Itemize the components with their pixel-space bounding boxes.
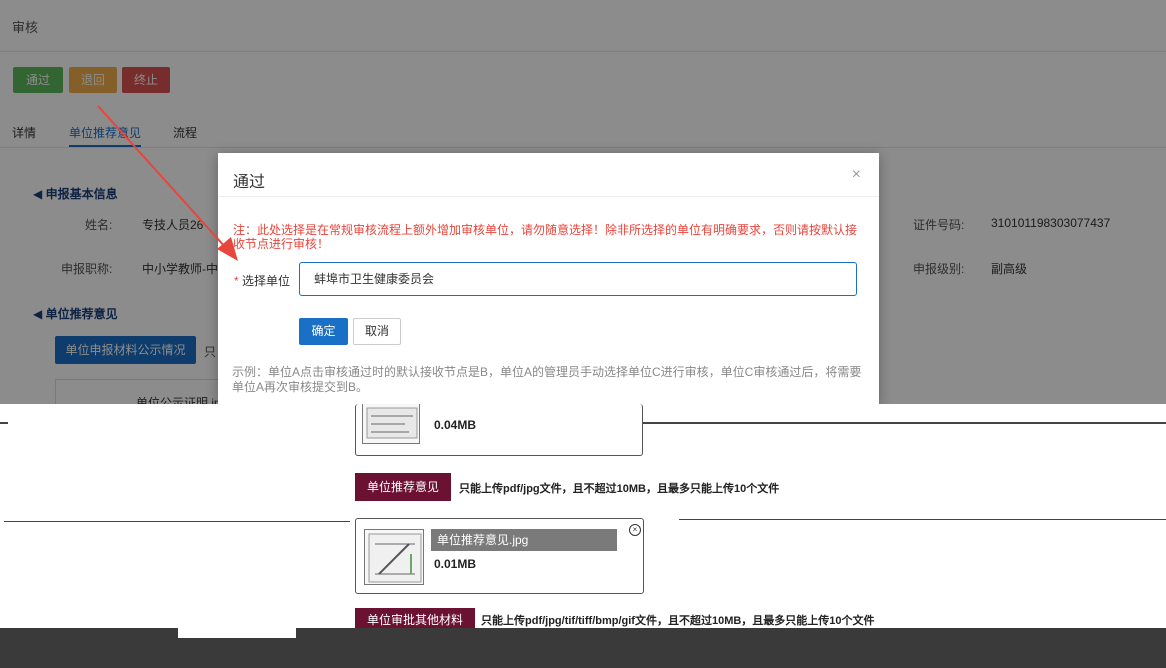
footer-fragment — [178, 624, 296, 638]
divider-line — [4, 521, 350, 522]
upload-hint: 只能上传pdf/jpg文件，且不超过10MB，且最多只能上传10个文件 — [459, 483, 780, 495]
select-unit-label: * 选择单位 — [234, 272, 290, 289]
recommendation-upload-button[interactable]: 单位推荐意见 — [355, 473, 452, 501]
example-text: 示例：单位A点击审核通过时的默认接收节点是B，单位A的管理员手动选择单位C进行审… — [232, 365, 862, 394]
close-icon[interactable]: × — [852, 166, 861, 184]
pass-dialog: 通过 × 注：此处选择是在常规审核流程上额外增加审核单位，请勿随意选择！除非所选… — [218, 153, 879, 404]
file-thumbnail — [364, 529, 424, 585]
unit-select[interactable]: 蚌埠市卫生健康委员会 — [299, 262, 857, 296]
file-name: 单位推荐意见.jpg — [431, 529, 617, 551]
uploaded-file-card: 单位推荐意见.jpg 0.01MB × — [355, 518, 644, 594]
uploaded-file-card: 0.04MB — [355, 404, 643, 456]
footer-bar — [0, 628, 1166, 668]
file-thumbnail — [362, 404, 420, 444]
divider-fragment — [0, 404, 8, 424]
background-page: 审核 通过 退回 终止 详情 单位推荐意见 流程 ◀ 申报基本信息 姓名: 专技… — [0, 0, 1166, 404]
confirm-button[interactable]: 确定 — [299, 318, 348, 345]
dialog-header: 通过 × — [218, 153, 879, 197]
select-unit-label-text: 选择单位 — [242, 274, 291, 288]
file-size: 0.01MB — [434, 557, 477, 571]
upload-hint: 只能上传pdf/jpg/tif/tiff/bmp/gif文件，且不超过10MB，… — [481, 615, 875, 627]
divider-line — [679, 519, 1166, 520]
cancel-button[interactable]: 取消 — [353, 318, 401, 345]
file-size: 0.04MB — [434, 418, 477, 432]
dialog-title: 通过 — [233, 174, 266, 191]
required-mark: * — [234, 274, 239, 288]
remove-icon[interactable]: × — [629, 524, 641, 536]
warning-text: 注：此处选择是在常规审核流程上额外增加审核单位，请勿随意选择！除非所选择的单位有… — [233, 223, 858, 251]
